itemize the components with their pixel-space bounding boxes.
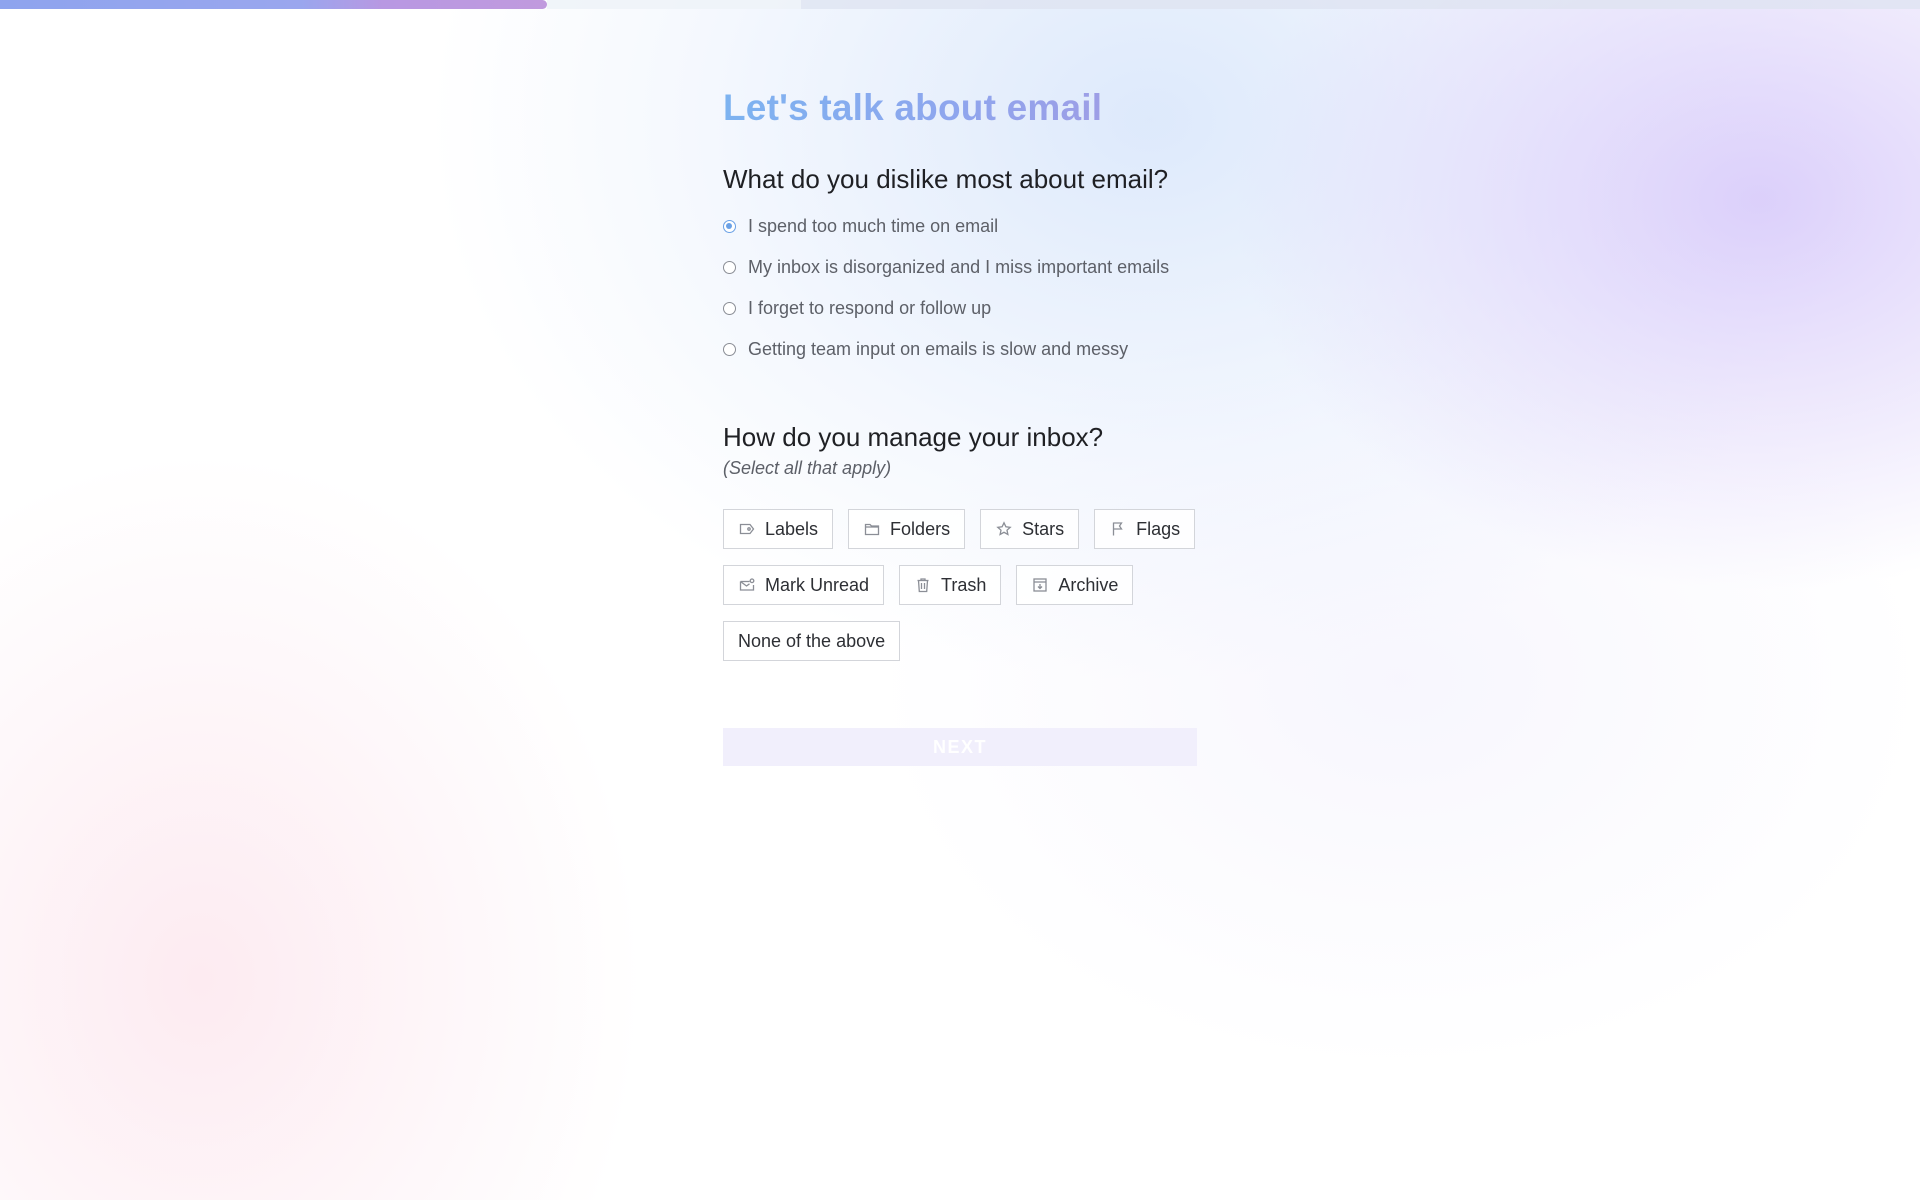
radio-button[interactable] (723, 343, 736, 356)
chip-label: Archive (1058, 574, 1119, 595)
chip-archive[interactable]: Archive (1016, 565, 1134, 605)
radio-label: Getting team input on emails is slow and… (748, 339, 1129, 359)
star-icon (995, 520, 1013, 538)
folder-icon (863, 520, 881, 538)
radio-button[interactable] (723, 220, 736, 233)
progress-bar-track-light (547, 0, 801, 9)
archive-icon (1031, 576, 1049, 594)
radio-button[interactable] (723, 261, 736, 274)
chip-label: Folders (890, 518, 951, 539)
mark-unread-icon (738, 576, 756, 594)
chip-label: Trash (941, 574, 987, 595)
progress-bar (0, 0, 1920, 9)
trash-icon (914, 576, 932, 594)
label-icon (738, 520, 756, 538)
radio-label: I spend too much time on email (748, 216, 999, 236)
radio-button[interactable] (723, 302, 736, 315)
next-button[interactable]: NEXT (723, 728, 1197, 766)
chip-flags[interactable]: Flags (1094, 509, 1196, 549)
chip-label: Flags (1136, 518, 1181, 539)
chip-label: Labels (765, 518, 819, 539)
select-all-hint: (Select all that apply) (723, 458, 892, 478)
chip-label: Stars (1022, 518, 1065, 539)
question-dislike: What do you dislike most about email? (723, 164, 1169, 194)
radio-option-team-input[interactable]: Getting team input on emails is slow and… (723, 329, 1203, 370)
radio-label: My inbox is disorganized and I miss impo… (748, 257, 1170, 277)
chip-stars[interactable]: Stars (980, 509, 1080, 549)
question-manage-inbox: How do you manage your inbox? (723, 422, 1104, 452)
progress-bar-track (801, 0, 1920, 9)
radio-label: I forget to respond or follow up (748, 298, 992, 318)
chip-trash[interactable]: Trash (899, 565, 1002, 605)
radio-option-forget[interactable]: I forget to respond or follow up (723, 288, 1203, 329)
survey-form: Let's talk about email What do you disli… (723, 80, 1203, 766)
chip-folders[interactable]: Folders (848, 509, 966, 549)
inbox-method-options: Labels Folders Stars Flags Mark Unread T… (723, 509, 1203, 661)
dislike-options: I spend too much time on email My inbox … (723, 206, 1203, 370)
chip-none-of-the-above[interactable]: None of the above (723, 621, 901, 661)
radio-option-time[interactable]: I spend too much time on email (723, 206, 1203, 247)
chip-labels[interactable]: Labels (723, 509, 834, 549)
chip-label: None of the above (738, 630, 886, 651)
chip-mark-unread[interactable]: Mark Unread (723, 565, 885, 605)
radio-option-disorganized[interactable]: My inbox is disorganized and I miss impo… (723, 247, 1203, 288)
page-title: Let's talk about email (723, 80, 1102, 136)
chip-label: Mark Unread (765, 574, 870, 595)
flag-icon (1109, 520, 1127, 538)
progress-bar-fill (0, 0, 548, 9)
